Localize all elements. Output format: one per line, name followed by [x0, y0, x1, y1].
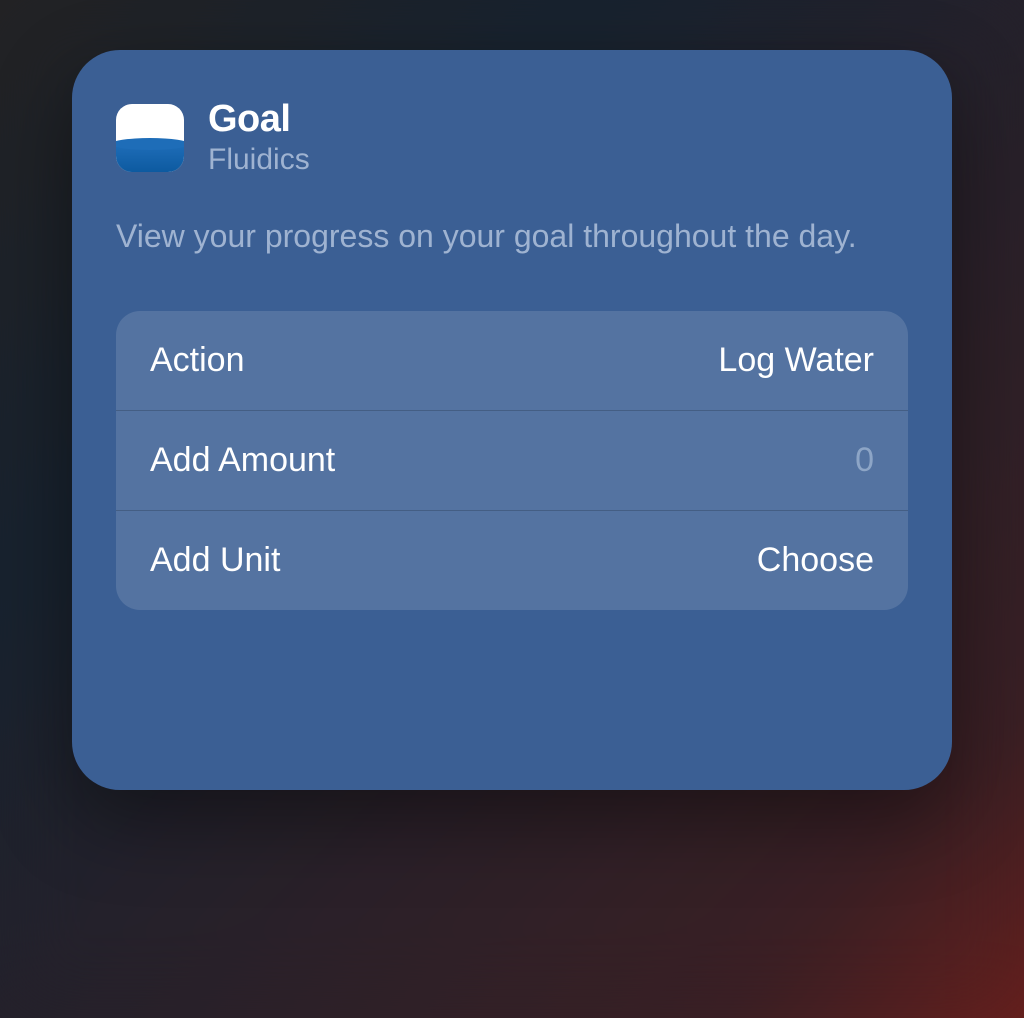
option-row-add-unit[interactable]: Add Unit Choose: [116, 511, 908, 610]
water-wave-icon: [116, 144, 184, 171]
widget-description: View your progress on your goal througho…: [116, 213, 908, 259]
widget-configuration-card: Goal Fluidics View your progress on your…: [72, 50, 952, 790]
option-label: Add Amount: [150, 441, 335, 480]
header-text-group: Goal Fluidics: [208, 98, 310, 177]
widget-header: Goal Fluidics: [116, 98, 908, 177]
widget-title: Goal: [208, 98, 310, 141]
option-value: 0: [855, 441, 874, 480]
option-label: Action: [150, 341, 245, 380]
option-value: Log Water: [718, 341, 874, 380]
option-value: Choose: [757, 541, 874, 580]
options-list: Action Log Water Add Amount 0 Add Unit C…: [116, 311, 908, 610]
option-row-add-amount[interactable]: Add Amount 0: [116, 411, 908, 511]
option-row-action[interactable]: Action Log Water: [116, 311, 908, 411]
app-name-label: Fluidics: [208, 143, 310, 177]
option-label: Add Unit: [150, 541, 280, 580]
app-icon: [116, 104, 184, 172]
